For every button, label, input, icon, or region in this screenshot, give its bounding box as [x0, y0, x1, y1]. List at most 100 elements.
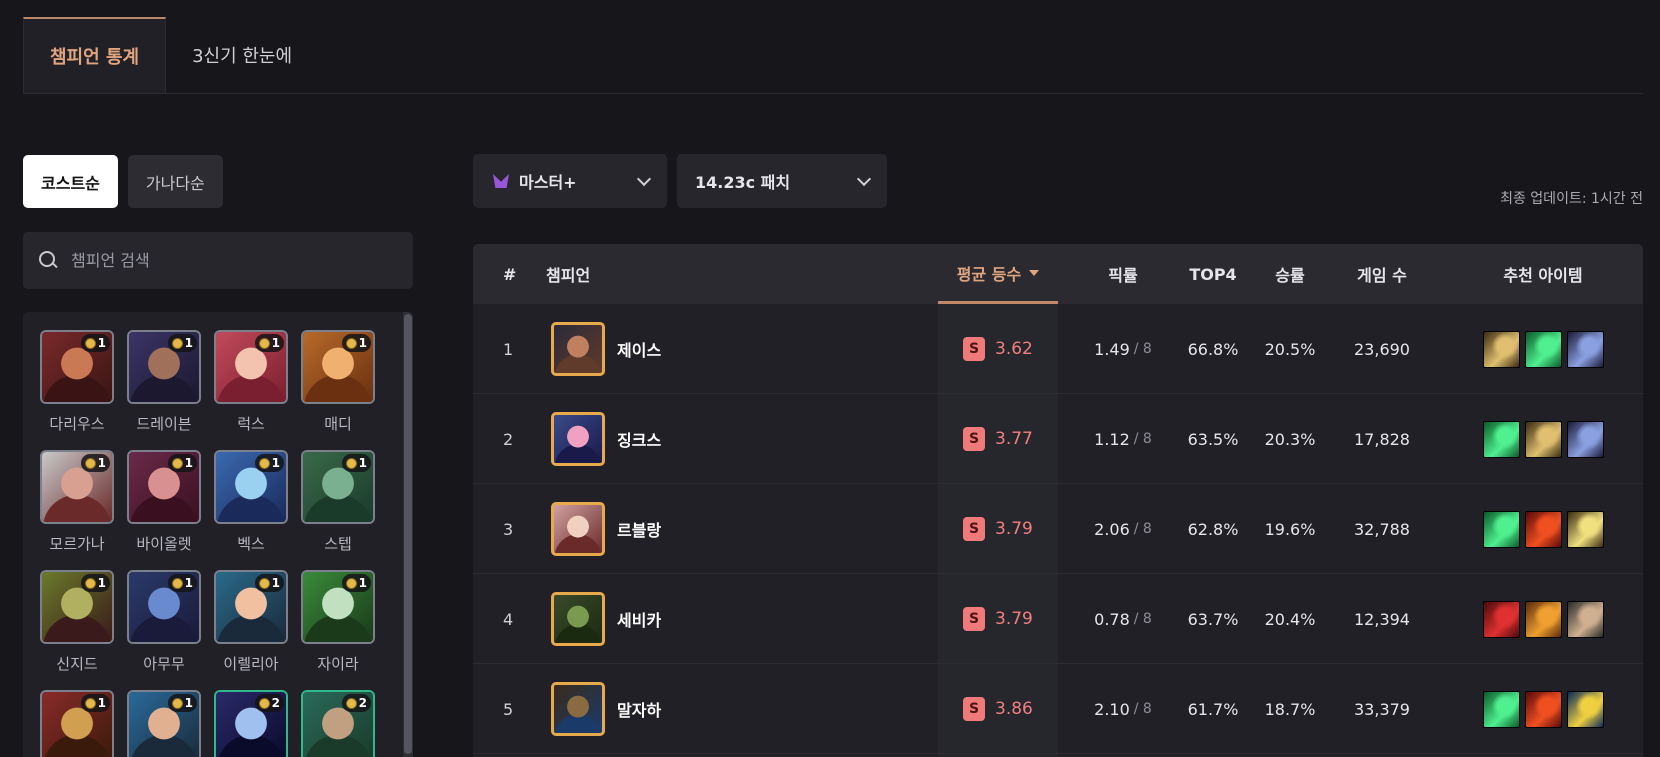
champion-card[interactable]: 1 벡스: [214, 450, 288, 554]
sort-by-cost-button[interactable]: 코스트순: [23, 155, 118, 208]
search-input[interactable]: [71, 251, 391, 270]
row-champion[interactable]: 말자하: [551, 682, 661, 736]
sort-by-name-button[interactable]: 가나다순: [127, 155, 223, 208]
champion-portrait: 1: [301, 570, 375, 644]
avg-placement: 3.86: [995, 699, 1033, 719]
item-icon[interactable]: [1482, 330, 1520, 368]
cost-badge: 1: [341, 334, 371, 352]
row-champion[interactable]: 르블랑: [551, 502, 661, 556]
item-icon[interactable]: [1566, 600, 1604, 638]
item-icon[interactable]: [1524, 690, 1562, 728]
header-pick-rate[interactable]: 픽률: [1073, 244, 1173, 304]
gold-coin-icon: [171, 457, 183, 469]
tier-badge: S: [963, 517, 985, 541]
header-avg-placement[interactable]: 평균 등수: [938, 244, 1058, 304]
champion-card[interactable]: 1 바이올렛: [127, 450, 201, 554]
champion-portrait: 1: [214, 570, 288, 644]
champion-card[interactable]: 1 드레이븐: [127, 330, 201, 434]
table-row[interactable]: 2 징크스 S 3.77 1.12 / 8 63.5% 20.3% 17,828: [473, 394, 1643, 484]
champion-card[interactable]: 1: [40, 690, 114, 757]
cost-badge: 1: [254, 574, 284, 592]
gold-coin-icon: [258, 577, 270, 589]
filters: 마스터+ 14.23c 패치: [473, 154, 887, 208]
champion-card[interactable]: 1 스텝: [301, 450, 375, 554]
champion-card[interactable]: 1 모르가나: [40, 450, 114, 554]
champion-card[interactable]: 1 이렐리아: [214, 570, 288, 674]
item-icon[interactable]: [1566, 690, 1604, 728]
champion-name: 벡스: [237, 535, 265, 553]
champion-card[interactable]: 1 매디: [301, 330, 375, 434]
cost-value: 1: [271, 336, 280, 350]
champion-name: 르블랑: [617, 521, 662, 540]
champion-name: 바이올렛: [136, 535, 192, 553]
champion-card[interactable]: 1 자이라: [301, 570, 375, 674]
champion-name: 제이스: [617, 341, 662, 360]
tab-champion-stats[interactable]: 챔피언 통계: [23, 17, 167, 93]
champion-avatar: [551, 682, 605, 736]
champion-name: 모르가나: [49, 535, 105, 553]
table-row[interactable]: 5 말자하 S 3.86 2.10 / 8 61.7% 18.7% 33,379: [473, 664, 1643, 754]
champion-card[interactable]: 2: [301, 690, 375, 757]
champion-avatar: [551, 322, 605, 376]
champion-card[interactable]: 1 신지드: [40, 570, 114, 674]
chevron-down-icon: [856, 171, 872, 186]
gold-coin-icon: [171, 337, 183, 349]
champion-portrait: 1: [301, 330, 375, 404]
champion-name: 스텝: [324, 535, 352, 553]
header-games[interactable]: 게임 수: [1322, 244, 1442, 304]
row-champion[interactable]: 징크스: [551, 412, 661, 466]
table-row[interactable]: 3 르블랑 S 3.79 2.06 / 8 62.8% 19.6% 32,788: [473, 484, 1643, 574]
sort-toggle: 코스트순 가나다순: [23, 155, 223, 208]
champion-name: 럭스: [237, 415, 265, 433]
item-icon[interactable]: [1482, 690, 1520, 728]
avg-placement: 3.62: [995, 339, 1033, 359]
item-icon[interactable]: [1524, 600, 1562, 638]
cost-value: 1: [184, 456, 193, 470]
item-icon[interactable]: [1566, 420, 1604, 458]
gold-coin-icon: [171, 697, 183, 709]
item-icon[interactable]: [1524, 510, 1562, 548]
cost-badge: 1: [341, 454, 371, 472]
champion-card[interactable]: 1: [127, 690, 201, 757]
item-icon[interactable]: [1566, 510, 1604, 548]
champion-name: 자이라: [317, 655, 359, 673]
table-row[interactable]: 1 제이스 S 3.62 1.49 / 8 66.8% 20.5% 23,690: [473, 304, 1643, 394]
row-champion[interactable]: 세비카: [551, 592, 661, 646]
header-champion: 챔피언: [546, 266, 591, 285]
scrollbar[interactable]: [403, 312, 413, 757]
cost-value: 1: [97, 576, 106, 590]
pick-rate-denominator: / 8: [1133, 701, 1152, 717]
champion-card[interactable]: 1 아무무: [127, 570, 201, 674]
table-row[interactable]: 4 세비카 S 3.79 0.78 / 8 63.7% 20.4% 12,394: [473, 574, 1643, 664]
item-icon[interactable]: [1524, 420, 1562, 458]
cost-value: 1: [97, 456, 106, 470]
scrollbar-thumb[interactable]: [404, 314, 412, 754]
cost-badge: 1: [167, 574, 197, 592]
champion-card[interactable]: 1 럭스: [214, 330, 288, 434]
item-icon[interactable]: [1566, 330, 1604, 368]
champion-name: 말자하: [617, 701, 662, 720]
tab-three-artifacts[interactable]: 3신기 한눈에: [166, 17, 318, 93]
champion-portrait: 1: [40, 690, 114, 757]
item-icon[interactable]: [1482, 510, 1520, 548]
cost-value: 1: [358, 336, 367, 350]
cost-badge: 2: [341, 694, 371, 712]
tier-dropdown[interactable]: 마스터+: [473, 154, 667, 208]
champion-portrait: 1: [127, 330, 201, 404]
item-icon[interactable]: [1482, 600, 1520, 638]
recommended-items: [1482, 420, 1604, 458]
row-champion[interactable]: 제이스: [551, 322, 661, 376]
gold-coin-icon: [84, 577, 96, 589]
champion-search: [23, 232, 413, 289]
item-icon[interactable]: [1524, 330, 1562, 368]
champion-card[interactable]: 2: [214, 690, 288, 757]
gold-coin-icon: [84, 457, 96, 469]
champion-portrait: 1: [214, 330, 288, 404]
patch-dropdown[interactable]: 14.23c 패치: [677, 154, 887, 208]
pick-rate-denominator: / 8: [1133, 611, 1152, 627]
item-icon[interactable]: [1482, 420, 1520, 458]
pick-rate-denominator: / 8: [1133, 521, 1152, 537]
cost-badge: 2: [254, 694, 284, 712]
champion-card[interactable]: 1 다리우스: [40, 330, 114, 434]
games-count: 32,788: [1354, 519, 1410, 539]
